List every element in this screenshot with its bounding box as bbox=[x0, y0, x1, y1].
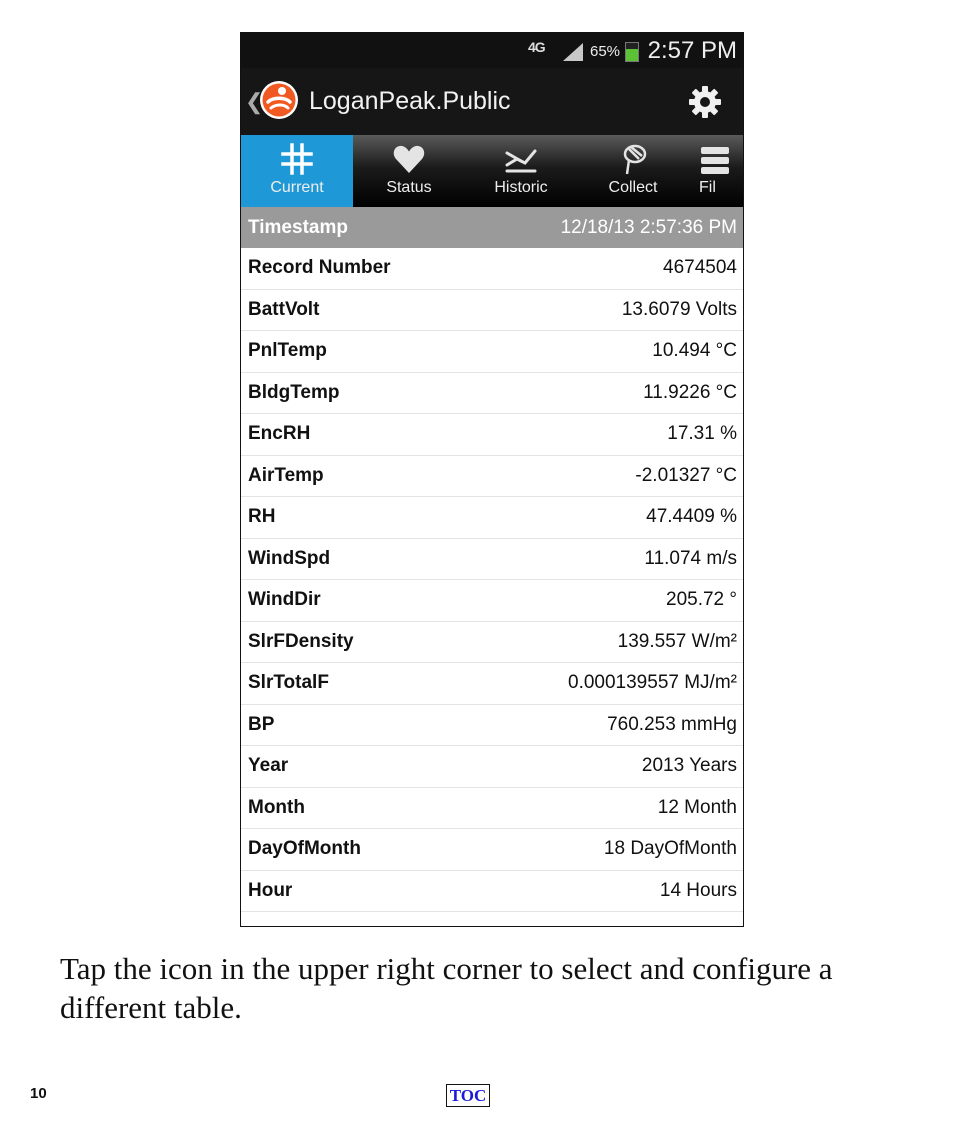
field-name: BattVolt bbox=[248, 298, 320, 320]
table-rows: Record Number 4674504 BattVolt 13.6079 Volt… bbox=[241, 248, 743, 912]
clock: 2:57 PM bbox=[647, 37, 737, 64]
heart-icon bbox=[393, 145, 425, 173]
field-name: Record Number bbox=[248, 257, 391, 279]
field-value: -2.01327 °C bbox=[635, 464, 737, 486]
table-row: WindSpd 11.074 m/s bbox=[241, 539, 743, 580]
field-name: SlrFDensity bbox=[248, 630, 354, 652]
tab-label: Current bbox=[270, 179, 324, 196]
field-name: EncRH bbox=[248, 423, 311, 445]
page-number: 10 bbox=[30, 1085, 47, 1102]
field-name: BP bbox=[248, 713, 275, 735]
table-row: SlrFDensity 139.557 W/m² bbox=[241, 622, 743, 663]
table-row: PnlTemp 10.494 °C bbox=[241, 331, 743, 373]
field-name: RH bbox=[248, 506, 276, 528]
table-row: RH 47.4409 % bbox=[241, 497, 743, 539]
table-row: Month 12 Month bbox=[241, 788, 743, 829]
field-value: 205.72 ° bbox=[666, 589, 737, 611]
network-indicator: 4G bbox=[528, 39, 546, 55]
field-name: WindDir bbox=[248, 589, 321, 611]
battery-icon bbox=[625, 42, 639, 62]
status-bar: 4G 65% 2:57 PM bbox=[241, 33, 743, 68]
tab-files[interactable]: Fil bbox=[689, 135, 743, 207]
field-name: Hour bbox=[248, 879, 293, 901]
tab-label: Collect bbox=[608, 179, 658, 196]
action-bar: ❮ LoganPeak.Public bbox=[241, 68, 743, 135]
field-value: 14 Hours bbox=[659, 879, 737, 901]
phone-screenshot: 4G 65% 2:57 PM ❮ LoganPeak.Public Curren… bbox=[240, 32, 744, 927]
tab-status[interactable]: Status bbox=[353, 135, 465, 207]
field-value: 4674504 bbox=[663, 257, 737, 279]
table-header-row: Timestamp 12/18/13 2:57:36 PM bbox=[241, 207, 743, 248]
field-name: DayOfMonth bbox=[248, 838, 361, 860]
tab-label: Fil bbox=[699, 179, 716, 196]
tab-historic[interactable]: Historic bbox=[465, 135, 577, 207]
settings-gear-icon[interactable] bbox=[687, 84, 723, 120]
tab-label: Status bbox=[386, 179, 432, 196]
battery-percent: 65% bbox=[590, 43, 621, 60]
field-value: 12 Month bbox=[657, 796, 737, 818]
field-value: 12/18/13 2:57:36 PM bbox=[560, 216, 737, 238]
field-name: Month bbox=[248, 796, 305, 818]
toc-link[interactable]: TOC bbox=[446, 1084, 490, 1107]
data-table: Timestamp 12/18/13 2:57:36 PM Record Num… bbox=[241, 207, 743, 912]
collect-icon bbox=[623, 144, 647, 175]
field-name: Timestamp bbox=[248, 216, 348, 238]
caption-text: Tap the icon in the upper right corner t… bbox=[60, 951, 833, 1025]
table-row: EncRH 17.31 % bbox=[241, 414, 743, 456]
field-value: 17.31 % bbox=[667, 423, 737, 445]
table-row: WindDir 205.72 ° bbox=[241, 580, 743, 622]
table-row: Year 2013 Years bbox=[241, 746, 743, 788]
field-name: SlrTotalF bbox=[248, 672, 329, 694]
field-value: 47.4409 % bbox=[646, 506, 737, 528]
field-value: 10.494 °C bbox=[652, 340, 737, 362]
app-title: LoganPeak.Public bbox=[309, 87, 511, 115]
tab-collect[interactable]: Collect bbox=[577, 135, 689, 207]
field-name: WindSpd bbox=[248, 547, 331, 569]
field-value: 760.253 mmHg bbox=[607, 713, 737, 735]
files-icon bbox=[701, 147, 729, 174]
field-value: 11.074 m/s bbox=[644, 547, 737, 569]
table-row: Record Number 4674504 bbox=[241, 248, 743, 290]
field-value: 0.000139557 MJ/m² bbox=[568, 672, 737, 694]
table-row: Hour 14 Hours bbox=[241, 871, 743, 912]
app-logo-icon[interactable] bbox=[259, 80, 299, 120]
field-value: 2013 Years bbox=[641, 755, 737, 777]
field-name: AirTemp bbox=[248, 464, 324, 486]
hash-icon bbox=[281, 143, 313, 175]
field-name: Year bbox=[248, 755, 289, 777]
field-name: BldgTemp bbox=[248, 381, 340, 403]
table-row: DayOfMonth 18 DayOfMonth bbox=[241, 829, 743, 871]
tab-bar: Current Status Historic Collect Fil bbox=[241, 135, 743, 207]
table-row: BldgTemp 11.9226 °C bbox=[241, 373, 743, 414]
table-row: BP 760.253 mmHg bbox=[241, 705, 743, 746]
table-row: AirTemp -2.01327 °C bbox=[241, 456, 743, 497]
signal-icon bbox=[563, 43, 583, 61]
field-value: 11.9226 °C bbox=[643, 381, 737, 403]
historic-icon bbox=[505, 149, 537, 173]
tab-current[interactable]: Current bbox=[241, 135, 353, 207]
field-value: 18 DayOfMonth bbox=[603, 838, 737, 860]
table-row: SlrTotalF 0.000139557 MJ/m² bbox=[241, 663, 743, 705]
table-row: BattVolt 13.6079 Volts bbox=[241, 290, 743, 331]
tab-label: Historic bbox=[494, 179, 548, 196]
field-name: PnlTemp bbox=[248, 340, 327, 362]
field-value: 13.6079 Volts bbox=[621, 298, 737, 320]
field-value: 139.557 W/m² bbox=[617, 630, 737, 652]
